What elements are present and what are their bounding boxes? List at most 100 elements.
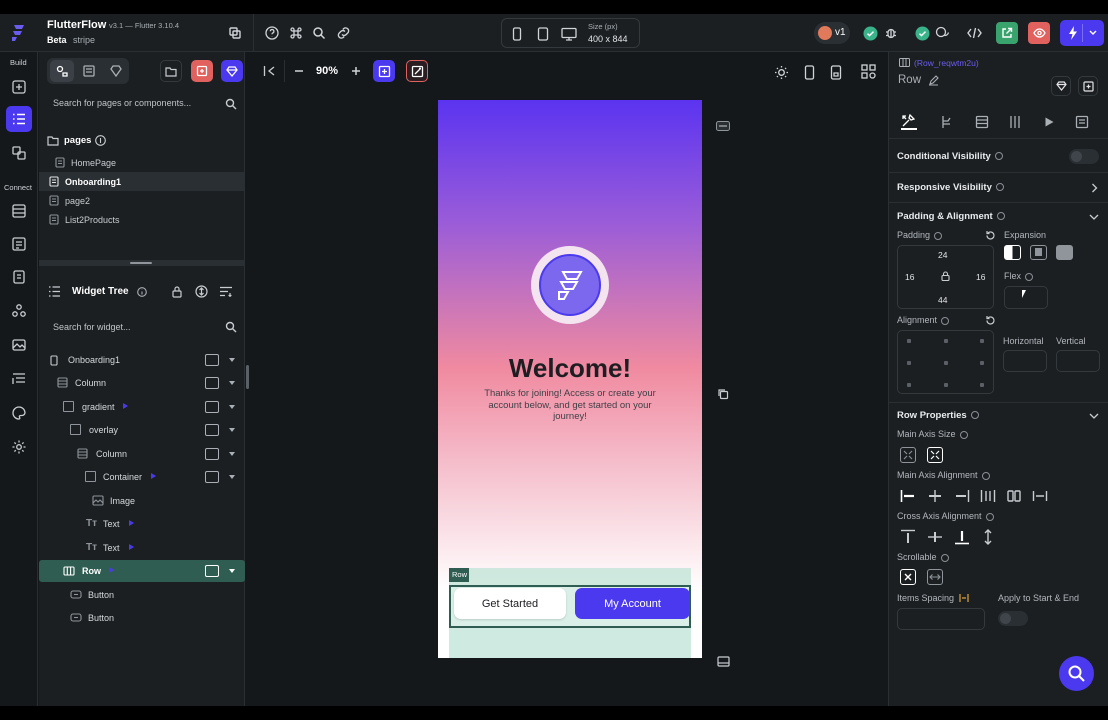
search-widget-input[interactable]: Search for widget... [47,317,239,337]
phone-icon[interactable] [510,26,524,42]
page-item-page2[interactable]: page2 [39,191,245,210]
chat-icon[interactable] [934,25,950,41]
cross-align-center-icon[interactable] [927,529,943,545]
premium-button[interactable] [221,60,243,82]
add-widget-icon[interactable] [205,354,219,366]
tablet-icon[interactable] [535,26,551,42]
media-assets-icon[interactable] [10,336,28,354]
add-widget-icon[interactable] [205,565,219,577]
folder-button[interactable] [160,60,182,82]
add-widget-icon[interactable] [205,377,219,389]
caret-down-icon[interactable] [229,405,235,409]
zoom-in-icon[interactable] [348,63,364,79]
check-circle-2-icon[interactable] [914,25,930,41]
padding-top-input[interactable]: 24 [938,250,947,260]
tab-actions[interactable] [939,114,955,130]
device-settings-icon[interactable] [860,63,876,79]
add-widget-icon[interactable] [205,424,219,436]
pages-folder[interactable]: pages [39,132,245,150]
tab-animations[interactable] [1041,114,1057,130]
align-start-icon[interactable] [900,489,916,503]
scrollbar[interactable] [246,365,249,389]
tab-info[interactable] [1074,114,1090,130]
conditional-visibility-toggle[interactable] [1069,149,1099,164]
tree-node-gradient[interactable]: gradient [39,396,245,418]
preview-button[interactable] [1028,22,1050,44]
vertical-input[interactable] [1056,350,1100,372]
theme-icon[interactable] [10,404,28,422]
chevron-down-icon[interactable] [1089,214,1099,221]
caret-down-icon[interactable] [229,452,235,456]
page-item-homepage[interactable]: HomePage [39,153,245,172]
keyboard-icon[interactable] [715,119,731,133]
add-page-button[interactable] [191,60,213,82]
reset-icon[interactable] [985,230,996,241]
space-evenly-icon[interactable] [1032,489,1048,503]
my-account-button[interactable]: My Account [575,588,690,619]
zoom-out-icon[interactable] [291,63,307,79]
space-between-icon[interactable] [980,489,996,503]
tree-node-overlay[interactable]: overlay [39,419,245,441]
edit-pencil-icon[interactable] [928,75,939,86]
copy-icon[interactable] [715,386,731,402]
add-widget-icon[interactable] [205,471,219,483]
lock-icon[interactable] [941,271,950,281]
tab-layout[interactable] [1007,114,1023,130]
run-button[interactable] [1060,20,1104,46]
padding-right-input[interactable]: 16 [976,272,985,282]
items-spacing-input[interactable] [897,608,985,630]
integrations-icon[interactable] [10,302,28,320]
phone-preview[interactable]: Welcome! Thanks for joining! Access or c… [438,100,702,658]
add-page-icon[interactable] [10,78,28,96]
tree-node-button-2[interactable]: Button [39,607,245,629]
code-icon[interactable] [966,25,982,41]
add-widget-icon[interactable] [205,448,219,460]
tab-properties[interactable] [901,113,917,130]
components-icon[interactable] [10,144,28,162]
cross-align-start-icon[interactable] [900,529,916,545]
tab-templates[interactable] [77,60,101,82]
screenshot-icon[interactable] [828,63,844,81]
add-widget-icon[interactable] [205,401,219,413]
project-name[interactable]: stripe [73,35,95,45]
scrollable-on-option[interactable] [927,569,943,585]
tree-node-button[interactable]: Button [39,584,245,606]
caret-down-icon[interactable] [229,475,235,479]
caret-down-icon[interactable] [229,569,235,573]
space-around-icon[interactable] [1006,489,1022,503]
flutterflow-logo-icon[interactable] [9,22,29,44]
size-value[interactable]: 400 x 844 [588,34,628,44]
collapse-panel-icon[interactable] [261,62,279,80]
welcome-title[interactable]: Welcome! [438,353,702,384]
version-pill[interactable]: v1 [814,22,850,44]
chevron-down-icon[interactable] [1089,413,1099,420]
widget-id[interactable]: (Row_reqwtm2u) [914,58,979,68]
tree-node-container[interactable]: Container [39,466,245,488]
desktop-icon[interactable] [560,26,578,42]
expansion-flexible-option[interactable] [1030,245,1047,260]
tab-backend-query[interactable] [974,114,990,130]
panel-divider[interactable] [39,260,245,266]
tree-node-text[interactable]: Tт Text [39,513,245,535]
search-fab[interactable] [1059,656,1094,691]
padding-left-input[interactable]: 16 [905,272,914,282]
align-center-icon[interactable] [927,489,943,503]
light-mode-icon[interactable] [772,63,790,81]
apply-start-end-toggle[interactable] [998,611,1028,626]
tree-node-column[interactable]: Column [39,372,245,394]
database-icon[interactable] [10,202,28,220]
app-state-icon[interactable] [10,268,28,286]
get-started-button[interactable]: Get Started [454,588,566,619]
settings-gear-icon[interactable] [10,438,28,456]
tab-marketplace[interactable] [104,60,128,82]
caret-down-icon[interactable] [229,428,235,432]
padding-bottom-input[interactable]: 44 [938,295,947,305]
cross-align-end-icon[interactable] [954,529,970,545]
tree-node-column-2[interactable]: Column [39,443,245,465]
widget-tree-nav-button[interactable] [6,106,32,132]
tree-node-onboarding1[interactable]: Onboarding1 [39,349,245,371]
search-icon[interactable] [311,25,327,41]
add-widget-canvas-button[interactable] [373,60,395,82]
zoom-level[interactable]: 90% [316,65,338,77]
tab-widgets[interactable] [50,60,74,82]
